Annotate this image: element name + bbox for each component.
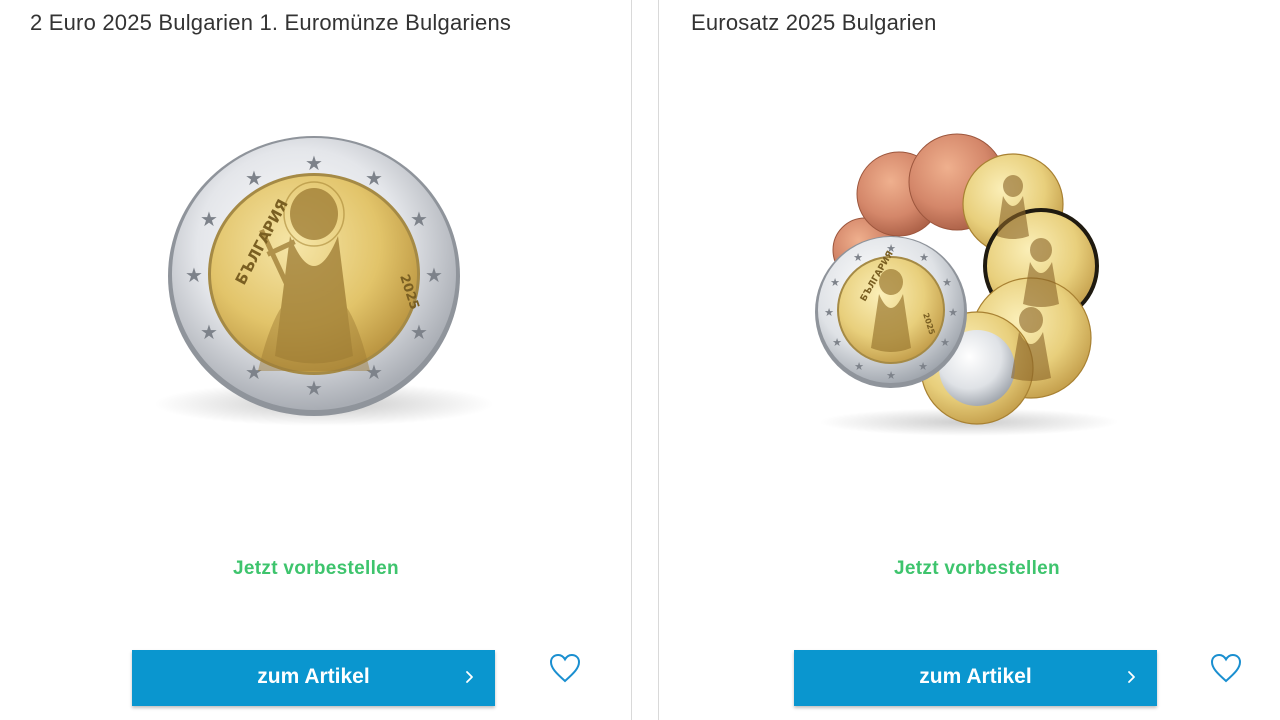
svg-text:★: ★ [410, 320, 428, 344]
svg-text:★: ★ [200, 320, 218, 344]
coin-2-euro-image: ★ ★ ★ ★ ★ ★ ★ ★ ★ ★ ★ ★ БЪЛГАРИЯ 2025 [154, 136, 494, 426]
svg-text:★: ★ [830, 276, 840, 289]
product-image[interactable]: ★ ★ ★ ★ ★ ★ ★ ★ ★ ★ ★ ★ БЪЛГАРИЯ 2025 [8, 86, 624, 516]
svg-text:★: ★ [185, 263, 203, 287]
svg-text:★: ★ [365, 166, 383, 190]
product-title[interactable]: Eurosatz 2025 Bulgarien [691, 10, 937, 36]
zum-artikel-button[interactable]: zum Artikel [794, 650, 1157, 706]
svg-text:★: ★ [245, 166, 263, 190]
svg-text:★: ★ [940, 336, 950, 349]
svg-text:★: ★ [948, 306, 958, 319]
availability-status: Jetzt vorbestellen [894, 558, 1060, 579]
availability-status: Jetzt vorbestellen [233, 558, 399, 579]
svg-text:★: ★ [942, 276, 952, 289]
product-card-2-euro: 2 Euro 2025 Bulgarien 1. Euromünze Bulga… [0, 0, 632, 720]
heart-icon[interactable] [548, 652, 582, 684]
svg-text:★: ★ [919, 251, 929, 264]
svg-text:★: ★ [824, 306, 834, 319]
svg-text:★: ★ [918, 360, 928, 373]
svg-text:★: ★ [305, 376, 323, 400]
chevron-right-icon [466, 671, 473, 683]
chevron-right-icon [1128, 671, 1135, 683]
product-title[interactable]: 2 Euro 2025 Bulgarien 1. Euromünze Bulga… [30, 10, 511, 36]
svg-text:★: ★ [200, 207, 218, 231]
heart-icon[interactable] [1209, 652, 1243, 684]
product-card-eurosatz: Eurosatz 2025 Bulgarien ★ ★ ★ ★ ★ ★ ★ ★ … [658, 0, 1280, 720]
button-label: zum Artikel [919, 665, 1032, 688]
svg-text:★: ★ [832, 336, 842, 349]
svg-text:★: ★ [305, 151, 323, 175]
svg-text:★: ★ [425, 263, 443, 287]
product-image[interactable]: ★ ★ ★ ★ ★ ★ ★ ★ ★ ★ ★ ★ БЪЛГАРИЯ 2025 [669, 86, 1273, 516]
svg-text:★: ★ [410, 207, 428, 231]
coin-set-image: ★ ★ ★ ★ ★ ★ ★ ★ ★ ★ ★ ★ БЪЛГАРИЯ 2025 [815, 133, 1119, 436]
button-label: zum Artikel [257, 665, 370, 688]
svg-text:★: ★ [886, 369, 896, 382]
svg-text:★: ★ [853, 251, 863, 264]
svg-text:★: ★ [854, 360, 864, 373]
zum-artikel-button[interactable]: zum Artikel [132, 650, 495, 706]
